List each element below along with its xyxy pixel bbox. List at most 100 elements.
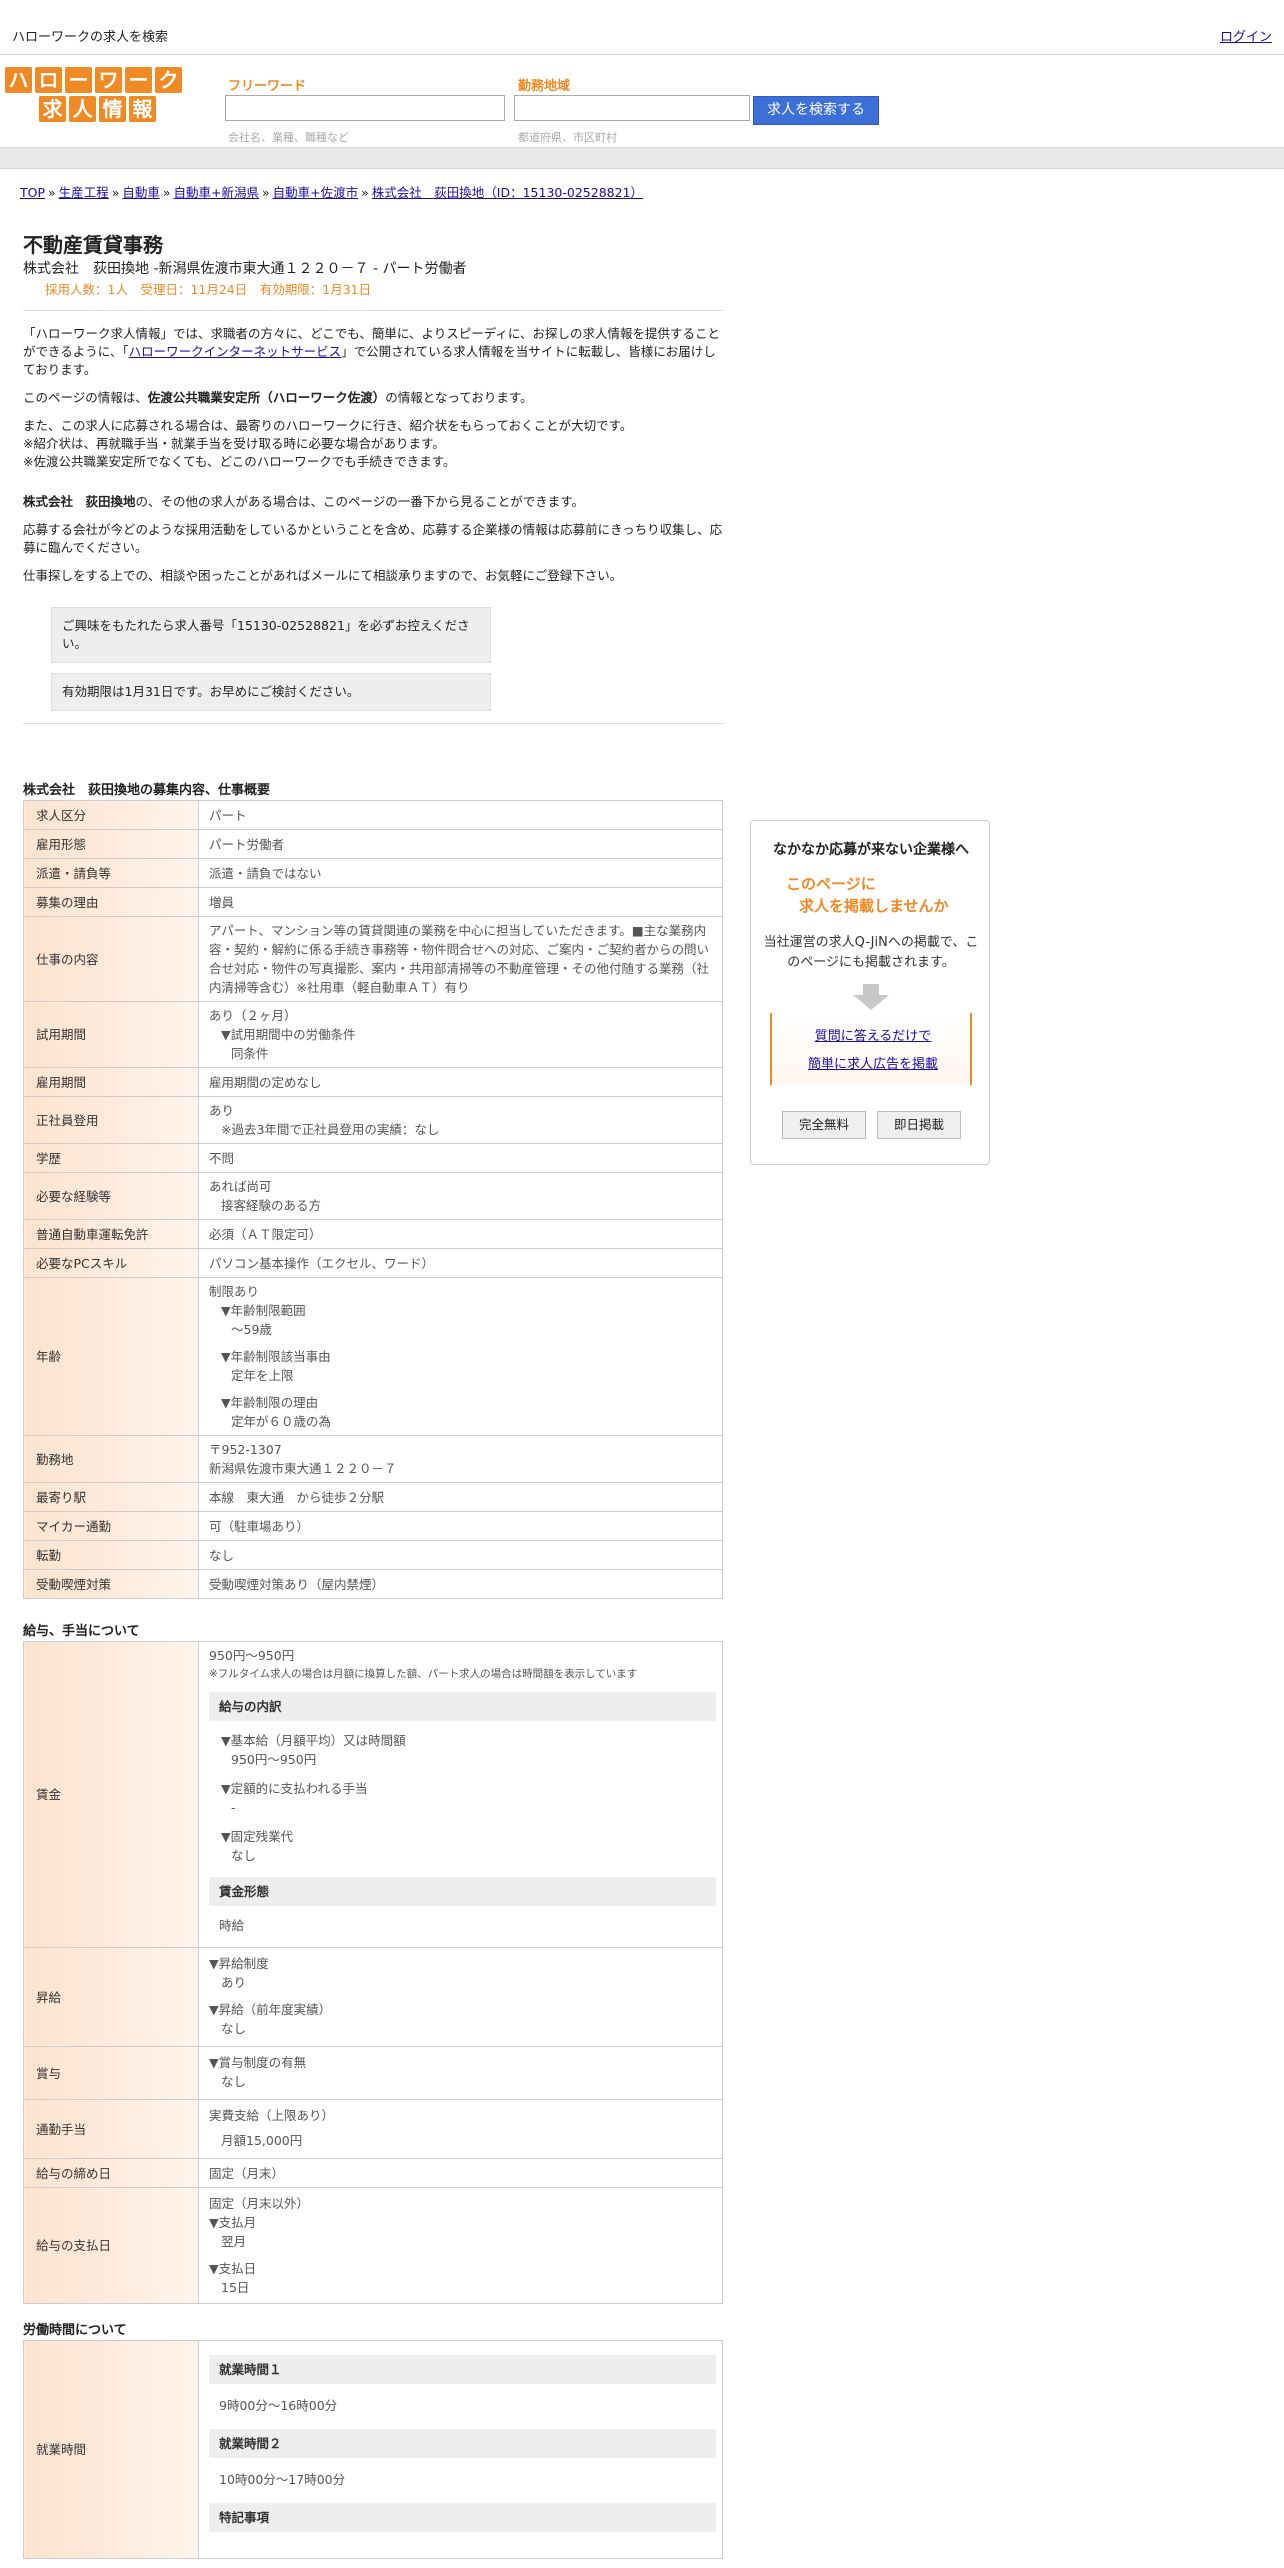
value: なし	[231, 1848, 257, 1863]
divider	[23, 310, 723, 311]
hellowork-logo[interactable]: ハ ロ ー ワ ー ク 求 人 情 報	[5, 67, 182, 123]
area-hint: 都道府県、市区町村	[518, 131, 617, 144]
company-name: 株式会社 荻田換地	[23, 494, 136, 509]
area-input[interactable]	[514, 95, 750, 121]
breadcrumb: TOP» 生産工程» 自動車» 自動車+新潟県» 自動車+佐渡市» 株式会社 荻田換地（I…	[20, 185, 644, 200]
overview-table: 求人区分 パート 雇用形態 パート労働者 派遣・請負等 派遣・請負ではない 募集の理由 増員仕…	[23, 800, 723, 1599]
recruit-ad-box: なかなか応募が来ない企業様へ このページに 求人を掲載しませんか 当社運営の求人…	[750, 820, 990, 1165]
table-row: 募集の理由 増員	[23, 887, 723, 917]
value-line: 新潟県佐渡市東大通１２２０－７	[209, 1461, 397, 1476]
value-line: 制限あり	[209, 1284, 260, 1299]
text: ※紹介状は、再就職手当・就業手当を受け取る時に必要な場合があります。	[23, 436, 445, 451]
logo-tile: 求	[39, 96, 66, 122]
table-row: 就業時間 就業時間１ 9時00分〜16時00分 就業時間２ 10時00分〜17時…	[23, 2340, 723, 2559]
login-link[interactable]: ログイン	[1220, 26, 1272, 45]
row-key: 雇用形態	[23, 829, 199, 859]
row-key: 年齢	[23, 1277, 199, 1436]
section-title: 株式会社 荻田換地の募集内容、仕事概要	[23, 783, 271, 798]
value-line: 同条件	[231, 1046, 269, 1061]
ad-link[interactable]: 質問に答えるだけで	[772, 1025, 974, 1044]
row-key: 勤務地	[23, 1435, 199, 1483]
search-button[interactable]: 求人を検索する	[753, 96, 879, 125]
value: 15日	[221, 2280, 250, 2295]
row-value: 実費支給（上限あり） 月額15,000円	[198, 2099, 723, 2159]
search-header: ハ ロ ー ワ ー ク 求 人 情 報 フリーワード 会社名、業種、職種など 勤…	[0, 55, 1284, 147]
value: -	[231, 1800, 236, 1815]
row-value: 本線 東大通 から徒歩２分駅	[198, 1482, 723, 1512]
logo-tile: 人	[69, 96, 96, 122]
logo-tile: ク	[155, 67, 182, 93]
table-row: マイカー通勤 可（駐車場あり）	[23, 1511, 723, 1541]
value-line: パソコン基本操作（エクセル、ワード）	[209, 1255, 435, 1271]
row-key: 派遣・請負等	[23, 858, 199, 888]
notice-box: ご興味をもたれたら求人番号「15130-02528821」を必ずお控えください。	[51, 607, 491, 663]
row-key: 雇用期間	[23, 1067, 199, 1097]
table-row: 転勤 なし	[23, 1540, 723, 1570]
value-line: 接客経験のある方	[221, 1198, 322, 1213]
wage-range: 950円〜950円	[209, 1648, 295, 1663]
notice-box: 有効期限は1月31日です。お早めにご検討ください。	[51, 673, 491, 711]
row-key: 求人区分	[23, 800, 199, 830]
value-line: ▼年齢制限該当事由	[221, 1349, 331, 1364]
breadcrumb-link[interactable]: 自動車+新潟県	[174, 185, 259, 200]
value: あり	[221, 1975, 247, 1990]
row-value: 就業時間１ 9時00分〜16時00分 就業時間２ 10時00分〜17時00分 特…	[198, 2340, 723, 2559]
subhead: 就業時間１	[209, 2355, 716, 2384]
row-value: 受動喫煙対策あり（屋内禁煙）	[198, 1569, 723, 1599]
value-line: 〜59歳	[231, 1322, 272, 1337]
job-title: 不動産賃貸事務	[23, 233, 163, 257]
row-value: 制限あり ▼年齢制限範囲 〜59歳 ▼年齢制限該当事由 定年を上限 ▼年齢制限の理由 定年が…	[198, 1277, 723, 1436]
breadcrumb-link[interactable]: 自動車+佐渡市	[273, 185, 358, 200]
row-value: あり ※過去3年間で正社員登用の実績：なし	[198, 1096, 723, 1144]
site-title: ハローワークの求人を検索	[12, 30, 169, 45]
row-key: 必要なPCスキル	[23, 1248, 199, 1278]
text: の情報となっております。	[385, 390, 533, 405]
logo-tile: ワ	[95, 67, 122, 93]
same-day-button[interactable]: 即日掲載	[877, 1111, 961, 1139]
subhead: 賃金形態	[209, 1877, 716, 1906]
breadcrumb-link[interactable]: 株式会社 荻田換地（ID：15130-02528821）	[372, 185, 643, 200]
table-row: 必要なPCスキル パソコン基本操作（エクセル、ワード）	[23, 1248, 723, 1278]
table-row: 受動喫煙対策 受動喫煙対策あり（屋内禁煙）	[23, 1569, 723, 1599]
ad-title: なかなか応募が来ない企業様へ	[773, 842, 969, 858]
table-row: 雇用期間 雇用期間の定めなし	[23, 1067, 723, 1097]
freeword-input[interactable]	[225, 95, 505, 121]
intro-paragraph: 株式会社 荻田換地の、その他の求人がある場合は、このページの一番下から見ることが…	[23, 493, 723, 511]
salary-table: 賃金 950円〜950円 ※フルタイム求人の場合は月額に換算した額、パート求人の…	[23, 1641, 723, 2304]
subhead: 給与の内訳	[209, 1692, 716, 1721]
top-bar: ハローワークの求人を検索 ログイン	[0, 0, 1284, 55]
value-line: ▼年齢制限の理由	[221, 1395, 319, 1410]
breadcrumb-link[interactable]: 生産工程	[59, 185, 109, 200]
value-line: ▼年齢制限範囲	[221, 1303, 306, 1318]
label: ▼定額的に支払われる手当	[221, 1781, 368, 1796]
breadcrumb-link[interactable]: TOP	[20, 185, 45, 200]
value-line: 派遣・請負ではない	[209, 865, 322, 881]
intro-text: 「ハローワーク求人情報」では、求職者の方々に、どこでも、簡単に、よりスピーディに…	[23, 325, 723, 585]
table-row: 勤務地 〒952-1307 新潟県佐渡市東大通１２２０－７	[23, 1435, 723, 1483]
breadcrumb-link[interactable]: 自動車	[122, 185, 160, 200]
table-row: 試用期間 あり（２ヶ月） ▼試用期間中の労働条件 同条件	[23, 1001, 723, 1068]
value-line: あり（２ヶ月）	[209, 1008, 297, 1023]
label: ▼支払日	[209, 2261, 257, 2276]
row-value: パソコン基本操作（エクセル、ワード）	[198, 1248, 723, 1278]
hellowork-internet-service-link[interactable]: ハローワークインターネットサービス	[129, 344, 342, 359]
logo-tile: ー	[65, 67, 92, 93]
row-key: 受動喫煙対策	[23, 1569, 199, 1599]
section-title: 労働時間について	[23, 2323, 127, 2338]
value: 時給	[219, 1918, 245, 1933]
free-button[interactable]: 完全無料	[782, 1111, 866, 1139]
label: ▼固定残業代	[221, 1829, 294, 1844]
label: ▼支払月	[209, 2215, 257, 2230]
ad-link[interactable]: 簡単に求人広告を掲載	[772, 1053, 974, 1072]
value: なし	[221, 2021, 247, 2036]
logo-tile: 報	[129, 96, 156, 122]
intro-paragraph: また、この求人に応募される場合は、最寄りのハローワークに行き、紹介状をもらってお…	[23, 417, 723, 471]
row-key: マイカー通勤	[23, 1511, 199, 1541]
table-row: 雇用形態 パート労働者	[23, 829, 723, 859]
table-row: 昇給 ▼昇給制度 あり ▼昇給（前年度実績） なし	[23, 1947, 723, 2047]
table-row: 学歴 不問	[23, 1143, 723, 1173]
freeword-label: フリーワード	[228, 79, 307, 94]
table-row: 賞与 ▼賞与制度の有無 なし	[23, 2046, 723, 2100]
table-row: 最寄り駅 本線 東大通 から徒歩２分駅	[23, 1482, 723, 1512]
wage-note: ※フルタイム求人の場合は月額に換算した額、パート求人の場合は時間額を表示していま…	[209, 1668, 638, 1680]
